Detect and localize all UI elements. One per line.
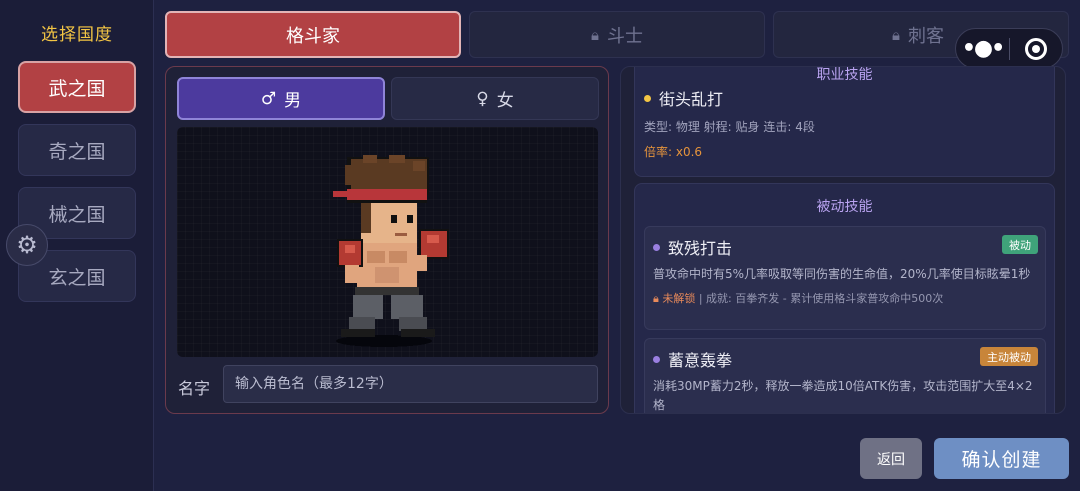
- gender-female-button[interactable]: ♀ 女: [391, 77, 599, 120]
- gender-male-label: 男: [284, 91, 302, 111]
- character-preview: [177, 127, 598, 357]
- tab-fighter[interactable]: 格斗家: [165, 11, 461, 58]
- class-skill-section-title: 职业技能: [816, 67, 873, 83]
- passive-skill-name: 致残打击: [653, 235, 1037, 259]
- class-skill-card: 职业技能 街头乱打 类型: 物理 射程: 贴身 连击: 4段 倍率: x0.6: [634, 67, 1055, 177]
- tab-warrior-label: 斗士: [606, 25, 643, 47]
- pixel-fighter-sprite: [333, 155, 449, 347]
- unlock-text: | 成就: 百拳齐发 - 累计使用格斗家普攻命中500次: [695, 292, 944, 305]
- tab-fighter-label: 格斗家: [286, 25, 340, 47]
- class-skill-title: 街头乱打: [659, 90, 724, 109]
- passive-skill-item: 蓄意轰拳 主动被动 消耗30MP蓄力2秒，释放一拳造成10倍ATK伤害，攻击范围…: [644, 338, 1046, 413]
- miniprogram-capsule: •●•: [955, 28, 1063, 69]
- name-label: 名字: [178, 379, 211, 398]
- target-ring-icon[interactable]: [1010, 37, 1062, 60]
- tab-assassin-label: 刺客: [907, 25, 944, 47]
- gear-icon[interactable]: ⚙: [6, 224, 48, 266]
- gender-male-button[interactable]: ♂ 男: [177, 77, 385, 120]
- passive-skill-item: 致残打击 被动 普攻命中时有5%几率吸取等同伤害的生命值，20%几率使目标眩晕1…: [644, 226, 1046, 330]
- passive-skill-card: 被动技能 致残打击 被动 普攻命中时有5%几率吸取等同伤害的生命值，20%几率使…: [634, 183, 1055, 413]
- passive-badge: 被动: [1002, 235, 1038, 254]
- unlock-requirement: 🔒︎ 未解锁 | 成就: 百拳齐发 - 累计使用格斗家普攻命中500次: [653, 290, 1037, 306]
- male-icon: ♂: [260, 88, 277, 109]
- unlock-status: 未解锁: [662, 292, 696, 305]
- bullet-dot-icon: [653, 243, 660, 251]
- character-name-input[interactable]: [223, 365, 598, 403]
- character-panel: ♂ 男 ♀ 女 名字 输入角色名（最多12字）: [165, 66, 609, 414]
- lock-icon: 🔒︎: [653, 292, 659, 305]
- gender-female-label: 女: [496, 91, 514, 111]
- bullet-dot-icon: [653, 355, 660, 363]
- sidebar-title: 选择国度: [41, 25, 113, 45]
- passive-skill-desc: 消耗30MP蓄力2秒，释放一拳造成10倍ATK伤害，攻击范围扩大至4×2格: [653, 379, 1033, 412]
- lock-icon: 🔒︎: [591, 25, 599, 44]
- passive-skill-title: 蓄意轰拳: [668, 351, 733, 370]
- female-icon: ♀: [476, 88, 489, 109]
- class-skill-meta: 类型: 物理 射程: 贴身 连击: 4段: [644, 120, 815, 134]
- bullet-dot-icon: [644, 94, 651, 102]
- passive-section-title: 被动技能: [816, 199, 873, 215]
- passive-skill-title: 致残打击: [668, 239, 733, 258]
- confirm-create-button[interactable]: 确认创建: [934, 438, 1069, 479]
- country-wu[interactable]: 武之国: [18, 61, 136, 113]
- skills-panel[interactable]: 职业技能 街头乱打 类型: 物理 射程: 贴身 连击: 4段 倍率: x0.6 …: [620, 66, 1066, 414]
- active-passive-badge: 主动被动: [980, 347, 1038, 366]
- lock-icon: 🔒︎: [892, 25, 900, 44]
- passive-skill-desc: 普攻命中时有5%几率吸取等同伤害的生命值，20%几率使目标眩晕1秒: [653, 267, 1031, 281]
- tab-warrior[interactable]: 🔒︎ 斗士: [469, 11, 765, 58]
- back-button[interactable]: 返回: [860, 438, 922, 479]
- class-skill-name: 街头乱打: [644, 86, 723, 110]
- country-qi[interactable]: 奇之国: [18, 124, 136, 176]
- more-dots-icon[interactable]: •●•: [956, 36, 1009, 61]
- class-skill-multiplier: 倍率: x0.6: [644, 145, 703, 159]
